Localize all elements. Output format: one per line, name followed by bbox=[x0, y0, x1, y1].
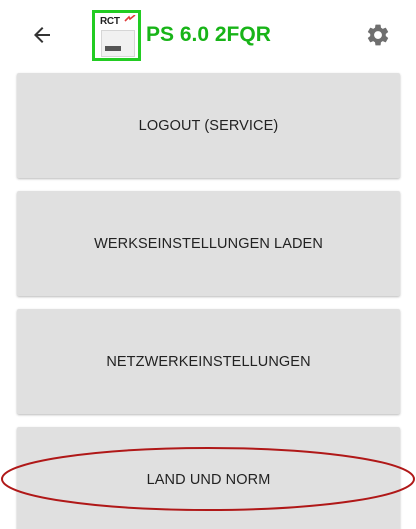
page-title: PS 6.0 2FQR bbox=[146, 23, 271, 46]
back-button[interactable] bbox=[30, 23, 54, 47]
logo-device-display bbox=[105, 46, 121, 51]
arrow-left-icon bbox=[34, 27, 50, 43]
device-logo: RCT bbox=[92, 10, 141, 61]
network-settings-button[interactable]: NETZWERKEINSTELLUNGEN bbox=[17, 309, 400, 414]
logo-brand-text: RCT bbox=[100, 16, 120, 27]
logo-flash-icon bbox=[124, 15, 136, 22]
settings-button[interactable] bbox=[365, 22, 391, 48]
logo-device-body bbox=[101, 30, 135, 57]
logout-service-button[interactable]: LOGOUT (SERVICE) bbox=[17, 73, 400, 178]
app-bar: RCT PS 6.0 2FQR bbox=[0, 0, 416, 70]
device-settings-screen: RCT PS 6.0 2FQR LOGOUT (SERVICE) WERKSEI… bbox=[0, 0, 416, 529]
gear-icon bbox=[367, 24, 389, 46]
country-and-standard-button[interactable]: LAND UND NORM bbox=[17, 427, 400, 529]
load-factory-settings-button[interactable]: WERKSEINSTELLUNGEN LADEN bbox=[17, 191, 400, 296]
